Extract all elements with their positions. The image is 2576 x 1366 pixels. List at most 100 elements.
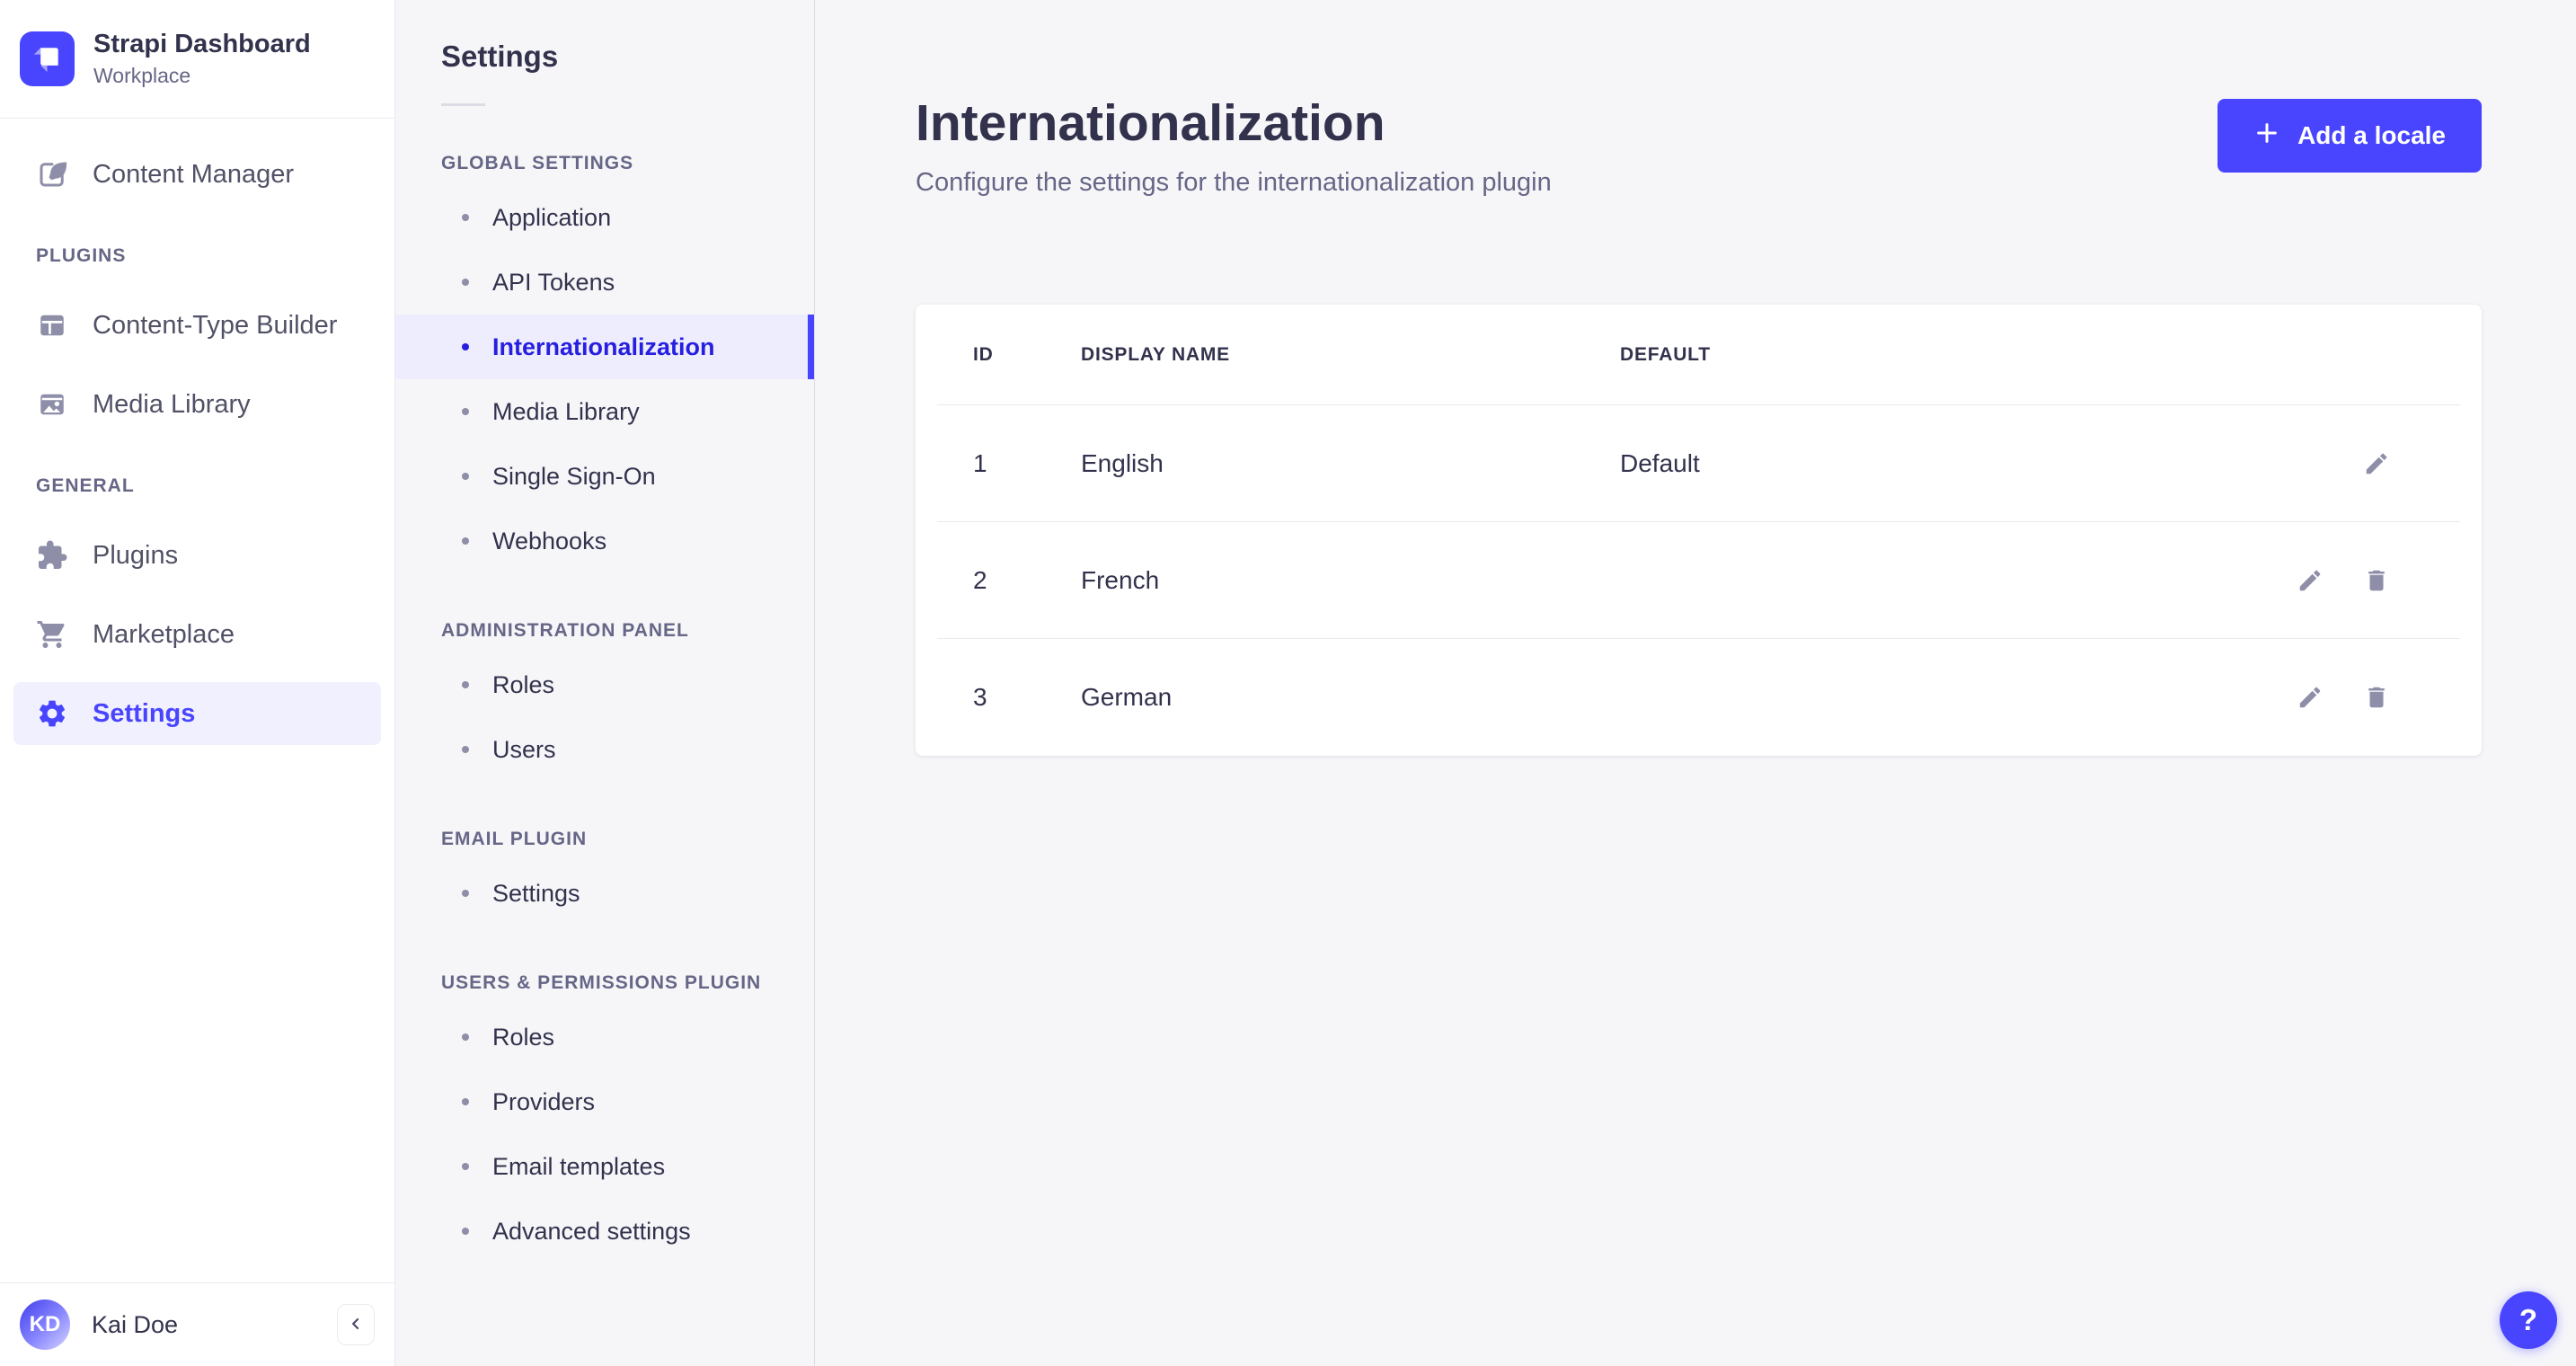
pencil-icon bbox=[2297, 567, 2324, 594]
sidebar-item-settings[interactable]: Settings bbox=[13, 682, 381, 746]
trash-icon bbox=[2363, 684, 2390, 711]
row-actions bbox=[2363, 450, 2460, 477]
bullet-icon bbox=[462, 343, 469, 350]
pencil-icon bbox=[2297, 684, 2324, 711]
subnav-item-up-providers[interactable]: Providers bbox=[395, 1069, 814, 1134]
sidebar-item-media-library[interactable]: Media Library bbox=[13, 373, 381, 436]
subnav-item-label: Media Library bbox=[492, 397, 640, 425]
subnav-item-label: Email templates bbox=[492, 1152, 666, 1180]
settings-subnav: Settings GLOBAL SETTINGS Application API… bbox=[395, 0, 815, 1366]
subnav-section-administration-panel: ADMINISTRATION PANEL bbox=[441, 620, 689, 641]
column-header-display-name: DISPLAY NAME bbox=[1081, 343, 1230, 365]
sidebar-item-label: Settings bbox=[93, 698, 196, 728]
brand-title: Strapi Dashboard bbox=[93, 30, 311, 58]
bullet-icon bbox=[462, 746, 469, 753]
edit-locale-button[interactable] bbox=[2297, 684, 2324, 711]
subnav-item-api-tokens[interactable]: API Tokens bbox=[395, 250, 814, 315]
subnav-item-media-library[interactable]: Media Library bbox=[395, 379, 814, 444]
locales-table-card: ID DISPLAY NAME DEFAULT 1 English Defaul… bbox=[916, 305, 2482, 757]
user-name: Kai Doe bbox=[92, 1310, 179, 1338]
layout-grid-icon bbox=[36, 309, 68, 342]
subnav-item-label: Settings bbox=[492, 879, 580, 907]
cell-id: 1 bbox=[973, 448, 987, 477]
collapse-sidebar-button[interactable] bbox=[337, 1304, 375, 1345]
puzzle-icon bbox=[36, 539, 68, 572]
subnav-item-up-email-templates[interactable]: Email templates bbox=[395, 1134, 814, 1199]
subnav-item-label: Roles bbox=[492, 670, 555, 698]
subnav-item-label: Users bbox=[492, 735, 556, 763]
subnav-section-global-settings: GLOBAL SETTINGS bbox=[441, 153, 634, 173]
chevron-left-icon bbox=[347, 1315, 365, 1335]
trash-icon bbox=[2363, 567, 2390, 594]
sidebar-item-label: Marketplace bbox=[93, 619, 235, 649]
bullet-icon bbox=[462, 1163, 469, 1170]
compose-feather-icon bbox=[36, 158, 68, 191]
strapi-logo-icon bbox=[20, 31, 75, 87]
add-locale-button[interactable]: Add a locale bbox=[2217, 99, 2482, 173]
subnav-item-admin-roles[interactable]: Roles bbox=[395, 652, 814, 717]
subnav-item-label: Single Sign-On bbox=[492, 462, 656, 490]
subnav-item-up-advanced-settings[interactable]: Advanced settings bbox=[395, 1199, 814, 1264]
column-header-id: ID bbox=[973, 343, 994, 365]
subnav-item-internationalization[interactable]: Internationalization bbox=[395, 315, 814, 379]
main-content: Internationalization Configure the setti… bbox=[815, 0, 2576, 1366]
brand-workspace: Workplace bbox=[93, 64, 191, 88]
bullet-icon bbox=[462, 890, 469, 897]
help-button[interactable]: ? bbox=[2500, 1291, 2557, 1349]
cell-id: 2 bbox=[973, 565, 987, 594]
subnav-item-webhooks[interactable]: Webhooks bbox=[395, 509, 814, 573]
edit-locale-button[interactable] bbox=[2363, 450, 2390, 477]
app-root: Strapi Dashboard Workplace Content Manag… bbox=[0, 0, 2576, 1366]
add-locale-label: Add a locale bbox=[2297, 121, 2446, 149]
subnav-item-label: Roles bbox=[492, 1023, 555, 1051]
sidebar-item-content-type-builder[interactable]: Content-Type Builder bbox=[13, 294, 381, 357]
table-row: 2 French bbox=[937, 522, 2460, 640]
user-avatar[interactable]: KD bbox=[20, 1299, 70, 1350]
workspace-switcher[interactable]: Strapi Dashboard Workplace bbox=[0, 0, 394, 120]
sidebar-footer: KD Kai Doe bbox=[0, 1282, 394, 1366]
sidebar-item-content-manager[interactable]: Content Manager bbox=[13, 143, 381, 206]
page-subtitle: Configure the settings for the internati… bbox=[916, 168, 1552, 198]
sidebar-item-label: Plugins bbox=[93, 540, 179, 570]
page-header: Internationalization Configure the setti… bbox=[916, 93, 2482, 198]
brand-text: Strapi Dashboard Workplace bbox=[93, 30, 311, 88]
cell-display-name: German bbox=[1081, 683, 1173, 712]
bullet-icon bbox=[462, 214, 469, 221]
bullet-icon bbox=[462, 1228, 469, 1235]
bullet-icon bbox=[462, 537, 469, 545]
plus-icon bbox=[2253, 120, 2280, 153]
page-header-text: Internationalization Configure the setti… bbox=[916, 93, 1552, 198]
row-actions bbox=[2297, 567, 2460, 594]
sidebar-item-label: Content Manager bbox=[93, 159, 295, 189]
page-title: Internationalization bbox=[916, 94, 1385, 152]
subnav-item-label: API Tokens bbox=[492, 268, 615, 296]
edit-locale-button[interactable] bbox=[2297, 567, 2324, 594]
delete-locale-button[interactable] bbox=[2363, 567, 2390, 594]
subnav-item-label: Internationalization bbox=[492, 333, 715, 360]
subnav-item-single-sign-on[interactable]: Single Sign-On bbox=[395, 444, 814, 509]
shopping-cart-icon bbox=[36, 618, 68, 651]
row-actions bbox=[2297, 684, 2460, 711]
subnav-section-users-permissions: USERS & PERMISSIONS PLUGIN bbox=[441, 972, 762, 993]
subnav-title-rule bbox=[441, 103, 485, 106]
cell-display-name: English bbox=[1081, 448, 1164, 477]
gear-icon bbox=[36, 697, 68, 730]
table-row: 3 German bbox=[937, 639, 2460, 756]
subnav-item-application[interactable]: Application bbox=[395, 185, 814, 250]
cell-default: Default bbox=[1620, 448, 1700, 477]
subnav-item-up-roles[interactable]: Roles bbox=[395, 1005, 814, 1069]
bullet-icon bbox=[462, 1098, 469, 1105]
column-header-default: DEFAULT bbox=[1620, 343, 1711, 365]
sidebar-item-marketplace[interactable]: Marketplace bbox=[13, 603, 381, 666]
sidebar-item-plugins[interactable]: Plugins bbox=[13, 524, 381, 587]
subnav-item-label: Advanced settings bbox=[492, 1217, 691, 1245]
delete-locale-button[interactable] bbox=[2363, 684, 2390, 711]
cell-display-name: French bbox=[1081, 565, 1160, 594]
subnav-title: Settings bbox=[441, 40, 559, 73]
bullet-icon bbox=[462, 279, 469, 286]
subnav-item-email-settings[interactable]: Settings bbox=[395, 861, 814, 926]
table-header-row: ID DISPLAY NAME DEFAULT bbox=[937, 305, 2460, 406]
cell-id: 3 bbox=[973, 683, 987, 712]
bullet-icon bbox=[462, 681, 469, 688]
subnav-item-admin-users[interactable]: Users bbox=[395, 717, 814, 782]
